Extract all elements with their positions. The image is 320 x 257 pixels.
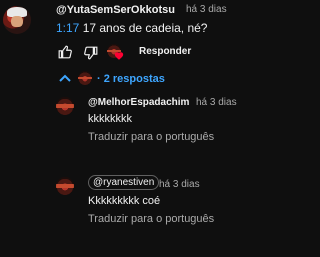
translate-link[interactable]: Traduzir para o português [88, 213, 214, 225]
mention-chip[interactable]: @ryanestiven [88, 175, 160, 190]
avatar[interactable] [3, 6, 31, 34]
avatar[interactable] [56, 97, 74, 115]
reply-text: Kkkkkkkkk coé [88, 195, 161, 207]
reply-time: há 3 dias [196, 97, 237, 108]
comment-body: 17 anos de cadeia, né? [82, 21, 208, 35]
reply-text: kkkkkkkk [88, 113, 132, 125]
reply-author[interactable]: @MelhorEspadachim [88, 97, 189, 108]
dislike-icon[interactable] [84, 46, 98, 60]
chevron-up-icon[interactable] [59, 73, 71, 83]
reply-time: há 3 dias [159, 179, 200, 190]
replies-avatar [78, 71, 92, 85]
like-icon[interactable] [58, 45, 72, 59]
heart-icon [114, 51, 124, 61]
timestamp-link[interactable]: 1:17 [56, 21, 79, 35]
comment-text: 1:17 17 anos de cadeia, né? [56, 21, 207, 35]
translate-link[interactable]: Traduzir para o português [88, 131, 214, 143]
reply-button[interactable]: Responder [139, 46, 191, 57]
comment-author[interactable]: @YutaSemSerOkkotsu [56, 4, 175, 16]
replies-toggle[interactable]: · 2 respostas [97, 73, 165, 85]
comment-time: há 3 dias [186, 4, 227, 15]
avatar[interactable] [56, 177, 74, 195]
